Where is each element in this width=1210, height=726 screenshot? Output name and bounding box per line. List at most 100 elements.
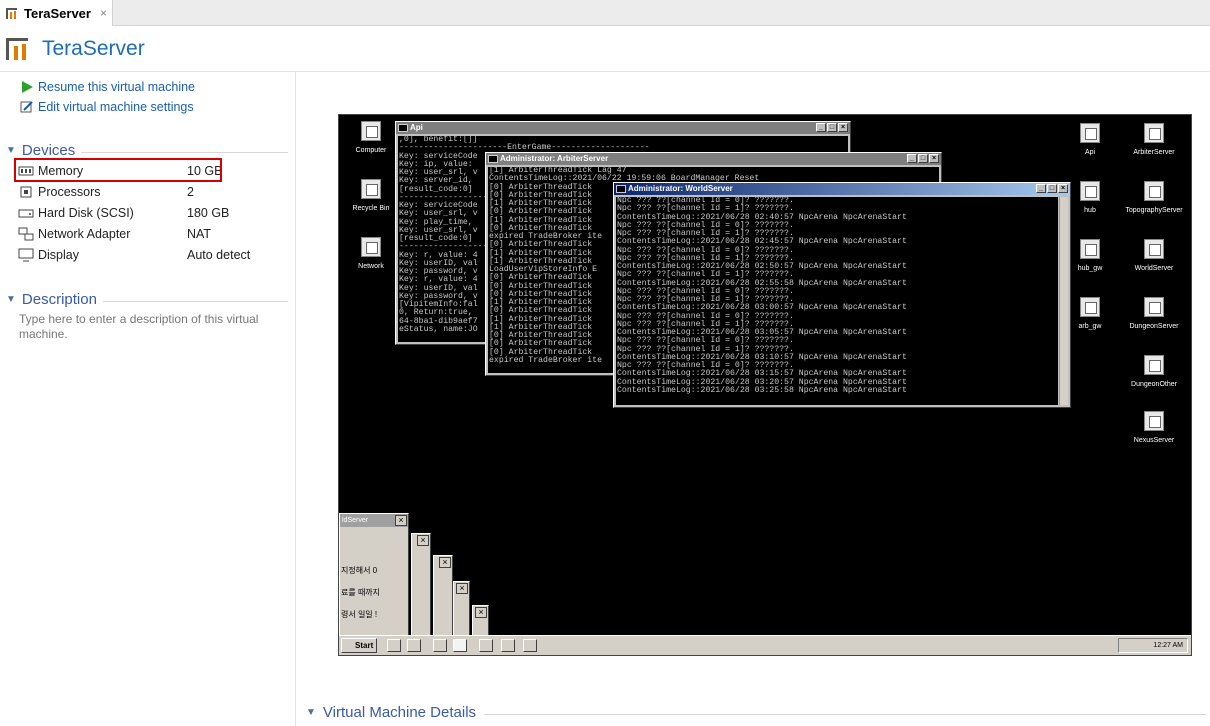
taskbar-window-button[interactable] (523, 639, 537, 652)
resume-vm-link[interactable]: Resume this virtual machine (20, 78, 195, 96)
description-field[interactable]: Type here to enter a description of this… (19, 312, 269, 342)
dialog-window[interactable]: ldServer × 지정해서 0 료를 때까지 령서 일일 ! (339, 513, 409, 637)
dialog-window[interactable]: × (433, 555, 453, 637)
maximize-button[interactable]: □ (918, 154, 928, 163)
taskbar-window-button[interactable] (479, 639, 493, 652)
dialog-text: 지정해서 0 료를 때까지 령서 일일 ! (341, 560, 380, 626)
close-button[interactable]: × (395, 515, 407, 526)
console-window-worldserver[interactable]: Administrator: WorldServer _ □ × Npc ??? ?… (613, 182, 1071, 408)
display-icon (18, 248, 34, 262)
edit-settings-icon (20, 100, 34, 114)
shortcut-icon (1144, 239, 1164, 259)
shortcut-icon (1080, 239, 1100, 259)
quicklaunch-folder-icon[interactable] (407, 639, 421, 652)
close-button[interactable]: × (929, 154, 939, 163)
start-button[interactable]: Start (341, 638, 377, 653)
vm-details-section-header[interactable]: ▼ Virtual Machine Details (306, 704, 1206, 721)
collapse-triangle-icon: ▼ (306, 707, 316, 718)
desktop-icon-label: Api (1084, 149, 1096, 156)
device-row-display[interactable]: Display Auto detect (18, 245, 288, 265)
desktop-icon-label: Computer (355, 147, 387, 154)
device-value: Auto detect (187, 248, 251, 262)
computer-icon (361, 121, 381, 141)
desktop-icon-topographyserver[interactable]: TopographyServer (1124, 181, 1184, 214)
dialog-window[interactable]: × (411, 533, 431, 637)
shortcut-icon (1144, 355, 1164, 375)
taskbar-window-button[interactable] (453, 639, 467, 652)
minimize-button[interactable]: _ (816, 123, 826, 132)
desktop-icon-worldserver[interactable]: WorldServer (1124, 239, 1184, 272)
device-row-hard-disk[interactable]: Hard Disk (SCSI) 180 GB (18, 203, 288, 223)
taskbar-window-button[interactable] (433, 639, 447, 652)
close-tab-icon[interactable]: × (100, 6, 107, 20)
divider (102, 301, 288, 302)
dialog-window[interactable]: × (472, 605, 489, 637)
network-adapter-icon (18, 227, 34, 241)
shortcut-icon (1144, 123, 1164, 143)
desktop-icon-nexusserver[interactable]: NexusServer (1124, 411, 1184, 444)
desktop-icon-label: Recycle Bin (352, 205, 390, 212)
vm-header: TeraServer (0, 26, 1210, 72)
minimize-button[interactable]: _ (907, 154, 917, 163)
desktop-icon-label: NexusServer (1133, 437, 1175, 444)
start-label: Start (355, 641, 374, 650)
maximize-button[interactable]: □ (827, 123, 837, 132)
desktop-icon-label: ArbiterServer (1133, 149, 1175, 156)
shortcut-icon (1080, 297, 1100, 317)
desktop-icon-label: hub (1084, 207, 1096, 214)
desktop-icon-label: DungeonOther (1131, 381, 1177, 388)
shortcut-icon (1080, 123, 1100, 143)
console-icon (488, 155, 498, 163)
window-title: Administrator: ArbiterServer (500, 154, 609, 163)
edit-vm-settings-link[interactable]: Edit virtual machine settings (20, 98, 194, 116)
vm-console-screen[interactable]: Computer Recycle Bin Network Api hub hub… (338, 114, 1192, 656)
desktop-icon-label: TopographyServer (1125, 207, 1183, 214)
play-icon (20, 80, 34, 94)
close-button[interactable]: × (417, 535, 429, 546)
collapse-triangle-icon: ▼ (6, 294, 16, 305)
close-button[interactable]: × (439, 557, 451, 568)
shortcut-icon (1080, 181, 1100, 201)
desktop-icon-dungeonother[interactable]: DungeonOther (1124, 355, 1184, 388)
minimize-button[interactable]: _ (1036, 184, 1046, 193)
close-button[interactable]: × (1058, 184, 1068, 193)
window-titlebar[interactable]: Administrator: WorldServer _ □ × (614, 183, 1070, 195)
close-button[interactable]: × (838, 123, 848, 132)
dialog-window[interactable]: × (453, 581, 470, 637)
device-value: 180 GB (187, 206, 230, 220)
maximize-button[interactable]: □ (1047, 184, 1057, 193)
processor-icon (18, 185, 34, 199)
tab-teraserver[interactable]: TeraServer × (0, 0, 113, 26)
quicklaunch-ie-icon[interactable] (387, 639, 401, 652)
device-name: Processors (38, 185, 101, 199)
close-button[interactable]: × (456, 583, 468, 594)
shortcut-icon (1144, 181, 1164, 201)
description-section-header[interactable]: ▼ Description (6, 291, 288, 308)
vm-details-title: Virtual Machine Details (322, 704, 477, 721)
vertical-scrollbar[interactable] (1059, 197, 1068, 405)
devices-section-header[interactable]: ▼ Devices (6, 142, 288, 159)
device-row-network-adapter[interactable]: Network Adapter NAT (18, 224, 288, 244)
resume-vm-label: Resume this virtual machine (38, 80, 196, 94)
window-title: Api (410, 123, 423, 132)
window-titlebar[interactable]: Api _ □ × (396, 122, 850, 134)
device-value: NAT (187, 227, 212, 241)
window-titlebar[interactable]: Administrator: ArbiterServer _ □ × (486, 153, 941, 165)
close-button[interactable]: × (475, 607, 487, 618)
desktop-icon-recycle-bin[interactable]: Recycle Bin (341, 179, 401, 212)
recycle-bin-icon (361, 179, 381, 199)
desktop-icon-dungeonserver[interactable]: DungeonServer (1124, 297, 1184, 330)
desktop-icon-arbiterserver[interactable]: ArbiterServer (1124, 123, 1184, 156)
desktop-icon-computer[interactable]: Computer (341, 121, 401, 154)
taskbar-window-button[interactable] (501, 639, 515, 652)
desktop-icon-api[interactable]: Api (1060, 123, 1120, 156)
description-title: Description (21, 291, 97, 308)
divider (81, 152, 288, 153)
tab-bar: TeraServer × (0, 0, 1210, 26)
desktop-icon-network[interactable]: Network (341, 237, 401, 270)
tab-label: TeraServer (24, 5, 91, 21)
dialog-line: 료를 때까지 (341, 588, 381, 597)
device-row-processors[interactable]: Processors 2 (18, 182, 288, 202)
device-value: 2 (187, 185, 194, 199)
system-tray-clock[interactable]: 12:27 AM (1118, 638, 1188, 653)
